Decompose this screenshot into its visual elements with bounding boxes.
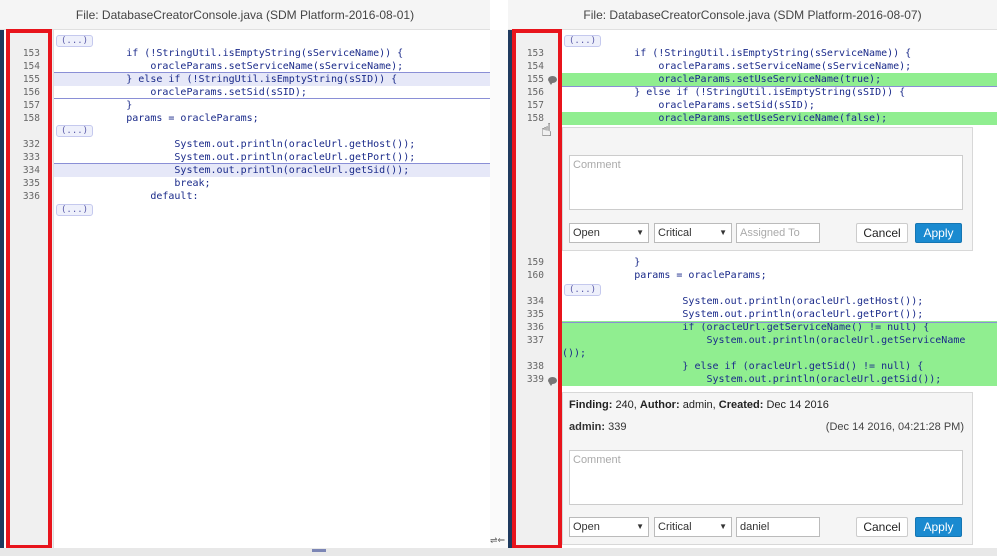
line-number: 336 <box>526 322 544 333</box>
line-number: 333 <box>22 152 40 163</box>
author-label: Author: <box>639 399 680 411</box>
line-number: 156 <box>22 87 40 98</box>
comment-timestamp: (Dec 14 2016, 04:21:28 PM) <box>825 421 964 433</box>
code-line: oracleParams.setSid(sSID); <box>562 100 815 111</box>
finding-created-date: Dec 14 2016 <box>766 399 829 411</box>
line-number: 334 <box>526 296 544 307</box>
finding-panel: Finding: 240, Author: admin, Created: De… <box>562 392 973 545</box>
diff-separator <box>562 322 997 323</box>
code-line: } <box>54 100 133 111</box>
code-line: if (!StringUtil.isEmptyString(sServiceNa… <box>54 48 404 59</box>
line-number: 337 <box>526 335 544 346</box>
diff-separator <box>562 86 997 87</box>
collapse-expander[interactable]: (...) <box>56 125 94 137</box>
hand-cursor-icon: ☝ <box>541 120 552 141</box>
line-number: 153 <box>526 48 544 59</box>
line-number: 160 <box>526 270 544 281</box>
status-value: Open <box>573 227 600 239</box>
sync-scroll-icon[interactable]: ⇌⇐ <box>490 536 505 546</box>
finding-label: Finding: <box>569 399 613 411</box>
line-number: 335 <box>526 309 544 320</box>
line-number: 336 <box>22 191 40 202</box>
code-line: break; <box>54 178 211 189</box>
cancel-button[interactable]: Cancel <box>856 223 908 243</box>
status-select[interactable]: Open ▼ <box>569 517 649 537</box>
line-number: 338 <box>526 361 544 372</box>
cancel-button[interactable]: Cancel <box>856 517 908 537</box>
right-file-header: File: DatabaseCreatorConsole.java (SDM P… <box>508 0 997 30</box>
severity-select[interactable]: Critical ▼ <box>654 223 732 243</box>
code-line: System.out.println(oracleUrl.getPort()); <box>562 309 924 320</box>
line-number: 156 <box>526 87 544 98</box>
code-line-added: } else if (oracleUrl.getSid() != null) { <box>562 360 997 373</box>
left-code-area: if (!StringUtil.isEmptyString(sServiceNa… <box>54 30 490 548</box>
severity-value: Critical <box>658 227 692 239</box>
line-number: 159 <box>526 257 544 268</box>
comment-user: admin: <box>569 421 606 433</box>
horizontal-scrollbar[interactable] <box>0 548 997 556</box>
code-line-added: ()); <box>562 347 997 360</box>
apply-button[interactable]: Apply <box>915 517 962 537</box>
code-line: } else if (!StringUtil.isEmptyString(sSI… <box>54 73 490 86</box>
code-line-added: System.out.println(oracleUrl.getSid()); <box>562 373 997 386</box>
collapse-expander[interactable]: (...) <box>564 284 602 296</box>
line-number: 157 <box>22 100 40 111</box>
code-line: System.out.println(oracleUrl.getHost()); <box>562 296 924 307</box>
status-select[interactable]: Open ▼ <box>569 223 649 243</box>
severity-select[interactable]: Critical ▼ <box>654 517 732 537</box>
line-number: 158 <box>526 113 544 124</box>
code-line: oracleParams.setServiceName(sServiceName… <box>562 61 912 72</box>
left-file-header: File: DatabaseCreatorConsole.java (SDM P… <box>0 0 490 30</box>
code-line: params = oracleParams; <box>54 113 259 124</box>
code-line: } else if (!StringUtil.isEmptyString(sSI… <box>562 87 906 98</box>
line-number: 157 <box>526 100 544 111</box>
code-line: System.out.println(oracleUrl.getSid()); <box>54 164 490 177</box>
code-line: if (!StringUtil.isEmptyString(sServiceNa… <box>562 48 912 59</box>
assignee-input[interactable] <box>736 517 820 537</box>
diff-separator <box>54 72 490 73</box>
code-line: params = oracleParams; <box>562 270 767 281</box>
line-number: 154 <box>22 61 40 72</box>
comment-text: 339 <box>608 421 627 433</box>
comment-bubble-icon[interactable] <box>548 377 557 386</box>
code-line-added: oracleParams.setUseServiceName(true); <box>562 73 997 86</box>
code-line: default: <box>54 191 199 202</box>
finding-author: admin, <box>682 399 716 411</box>
new-comment-form: Open ▼ Critical ▼ Cancel Apply <box>562 127 973 251</box>
line-number: 339 <box>526 374 544 385</box>
finding-id: 240, <box>615 399 637 411</box>
collapse-expander[interactable]: (...) <box>56 204 94 216</box>
status-value: Open <box>573 521 600 533</box>
diff-separator <box>54 98 490 99</box>
code-line-added: System.out.println(oracleUrl.getServiceN… <box>562 334 997 347</box>
line-number: 154 <box>526 61 544 72</box>
line-number: 332 <box>22 139 40 150</box>
chevron-down-icon: ▼ <box>719 228 727 237</box>
diff-separator <box>54 163 490 164</box>
scrollbar-thumb[interactable] <box>312 549 326 552</box>
chevron-down-icon: ▼ <box>636 228 644 237</box>
line-number: 335 <box>22 178 40 189</box>
comment-entry: admin: 339 <box>569 421 626 433</box>
line-number: 334 <box>22 165 40 176</box>
assignee-input[interactable] <box>736 223 820 243</box>
line-number: 155 <box>22 74 40 85</box>
line-number: 153 <box>22 48 40 59</box>
finding-header: Finding: 240, Author: admin, Created: De… <box>569 399 829 411</box>
comment-textarea[interactable] <box>569 155 963 210</box>
chevron-down-icon: ▼ <box>636 522 644 531</box>
apply-button[interactable]: Apply <box>915 223 962 243</box>
line-number: 158 <box>22 113 40 124</box>
comment-bubble-icon[interactable] <box>548 76 557 85</box>
chevron-down-icon: ▼ <box>719 522 727 531</box>
code-line: System.out.println(oracleUrl.getHost()); <box>54 139 416 150</box>
code-line: } <box>562 257 641 268</box>
code-line-added: oracleParams.setUseServiceName(false); <box>562 112 997 125</box>
severity-value: Critical <box>658 521 692 533</box>
left-diff-pane: File: DatabaseCreatorConsole.java (SDM P… <box>0 0 490 549</box>
comment-textarea[interactable] <box>569 450 963 505</box>
line-number: 155 <box>526 74 544 85</box>
created-label: Created: <box>718 399 764 411</box>
